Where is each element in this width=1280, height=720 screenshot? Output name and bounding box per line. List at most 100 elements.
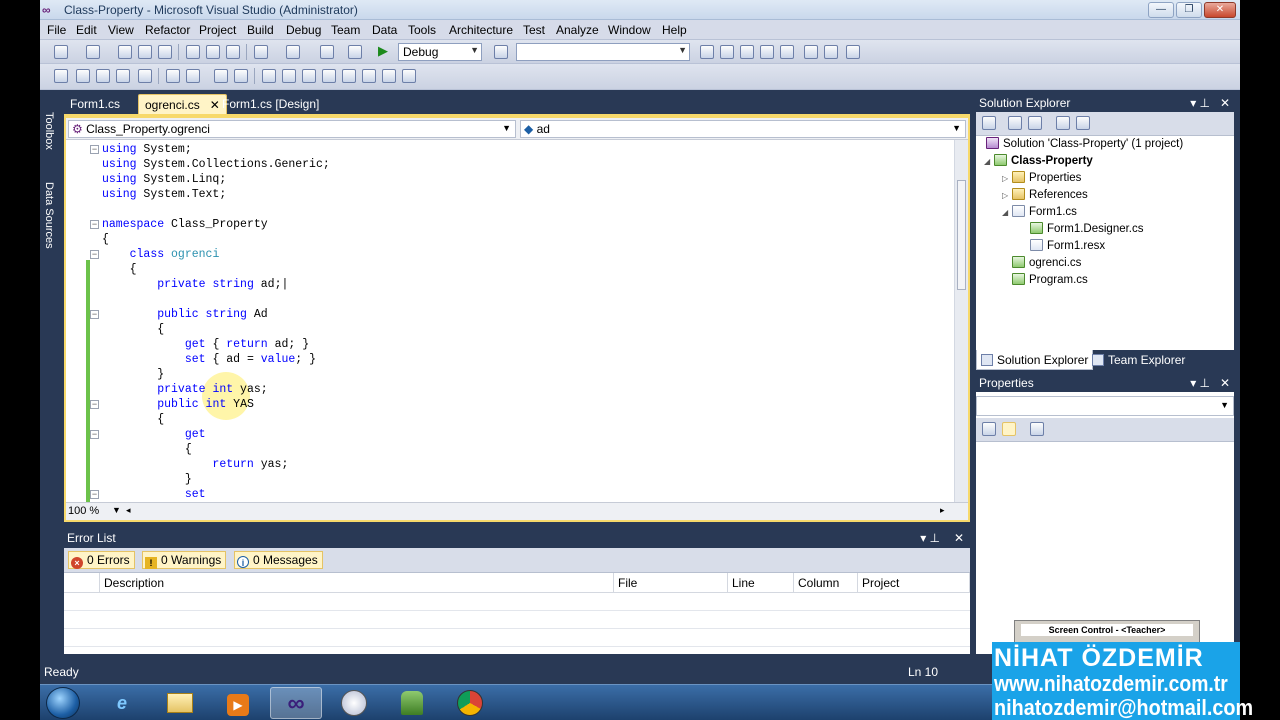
code-area[interactable]: − − − − − − − using System; using System…: [66, 140, 954, 502]
undo-icon[interactable]: [254, 45, 268, 59]
previous-bookmark-folder-icon[interactable]: [322, 69, 336, 83]
collapsed-arrow-icon[interactable]: ▷: [1002, 187, 1012, 204]
types-dropdown[interactable]: ⚙ Class_Property.ogrenci ▼: [68, 120, 516, 138]
close-button[interactable]: ✕: [1204, 2, 1236, 18]
code-editor[interactable]: ⚙ Class_Property.ogrenci ▼ ◆ ad ▼ − − − …: [64, 114, 970, 522]
warnings-filter-button[interactable]: ! 0 Warnings: [142, 551, 227, 569]
errors-filter-button[interactable]: × 0 Errors: [68, 551, 135, 569]
view-code-icon[interactable]: [1056, 116, 1070, 130]
cut-icon[interactable]: [186, 45, 200, 59]
window-position-icon[interactable]: ▾ ⊥: [1190, 94, 1210, 112]
tree-item-solution[interactable]: Solution 'Class-Property' (1 project): [986, 136, 1183, 153]
tools-icon[interactable]: [780, 45, 794, 59]
format-icon[interactable]: [234, 69, 248, 83]
tree-item-project[interactable]: ◢ Class-Property: [984, 153, 1093, 170]
tree-item-form1-cs[interactable]: ◢ Form1.cs: [1002, 204, 1077, 221]
clear-bookmarks-icon[interactable]: [402, 69, 416, 83]
maximize-button[interactable]: ❐: [1176, 2, 1202, 18]
property-pages-icon[interactable]: [1030, 422, 1044, 436]
chevron-down-icon[interactable]: ▼: [112, 505, 121, 515]
paste-icon[interactable]: [226, 45, 240, 59]
menu-team[interactable]: Team: [331, 23, 360, 37]
column-header-description[interactable]: Description: [100, 573, 614, 593]
internet-explorer-icon[interactable]: e: [96, 687, 148, 719]
expanded-arrow-icon[interactable]: ◢: [1002, 204, 1012, 221]
view-designer-icon[interactable]: [1076, 116, 1090, 130]
tree-item-ogrenci-cs[interactable]: ogrenci.cs: [1012, 255, 1081, 272]
expanded-arrow-icon[interactable]: ◢: [984, 153, 994, 170]
save-all-icon[interactable]: [158, 45, 172, 59]
menu-view[interactable]: View: [108, 23, 134, 37]
menu-project[interactable]: Project: [199, 23, 236, 37]
menu-refactor[interactable]: Refactor: [145, 23, 190, 37]
next-bookmark-folder-icon[interactable]: [342, 69, 356, 83]
collapsed-arrow-icon[interactable]: ▷: [1002, 170, 1012, 187]
next-bookmark-icon[interactable]: [302, 69, 316, 83]
tree-item-references[interactable]: ▷ References: [1002, 187, 1088, 204]
menu-tools[interactable]: Tools: [408, 23, 436, 37]
solution-configuration-dropdown[interactable]: Debug ▼: [398, 43, 482, 61]
decrease-indent-icon[interactable]: [138, 69, 152, 83]
find-combo[interactable]: ▼: [516, 43, 690, 61]
collapse-icon[interactable]: −: [90, 310, 99, 319]
redo-icon[interactable]: [286, 45, 300, 59]
window-position-icon[interactable]: ▾ ⊥: [1190, 374, 1210, 392]
zoom-level[interactable]: 100 %: [68, 505, 99, 517]
parameter-info-icon[interactable]: [76, 69, 90, 83]
uncomment-icon[interactable]: [214, 69, 228, 83]
next-bookmark-document-icon[interactable]: [382, 69, 396, 83]
alphabetical-icon[interactable]: [1002, 422, 1016, 436]
menu-build[interactable]: Build: [247, 23, 274, 37]
messages-filter-button[interactable]: i 0 Messages: [234, 551, 323, 569]
menu-edit[interactable]: Edit: [76, 23, 97, 37]
copy-icon[interactable]: [206, 45, 220, 59]
navigate-backward-icon[interactable]: [320, 45, 334, 59]
menu-test[interactable]: Test: [523, 23, 545, 37]
find-in-files-icon[interactable]: [494, 45, 508, 59]
previous-bookmark-document-icon[interactable]: [362, 69, 376, 83]
start-button[interactable]: [46, 687, 80, 719]
minimize-button[interactable]: —: [1148, 2, 1174, 18]
tab-solution-explorer[interactable]: Solution Explorer: [976, 350, 1094, 370]
toolbox-tab[interactable]: Toolbox: [43, 112, 55, 150]
collapse-icon[interactable]: −: [90, 145, 99, 154]
tab-form1-cs[interactable]: Form1.cs: [64, 94, 126, 114]
tab-ogrenci-cs[interactable]: ogrenci.cs ✕: [138, 94, 227, 114]
add-item-icon[interactable]: [86, 45, 100, 59]
collapse-icon[interactable]: −: [90, 220, 99, 229]
menu-help[interactable]: Help: [662, 23, 687, 37]
start-debugging-icon[interactable]: ▶: [378, 43, 388, 59]
menu-debug[interactable]: Debug: [286, 23, 321, 37]
tree-item-properties[interactable]: ▷ Properties: [1002, 170, 1081, 187]
comment-icon[interactable]: [186, 69, 200, 83]
media-player-icon[interactable]: ▶: [212, 687, 264, 719]
refresh-icon[interactable]: [1028, 116, 1042, 130]
scroll-right-icon[interactable]: ▸: [940, 505, 945, 516]
scroll-left-icon[interactable]: ◂: [126, 505, 131, 516]
column-header-line[interactable]: Line: [728, 573, 794, 593]
file-explorer-icon[interactable]: [154, 687, 206, 719]
increase-indent-icon[interactable]: [166, 69, 180, 83]
speedometer-icon[interactable]: [328, 687, 380, 719]
menu-data[interactable]: Data: [372, 23, 397, 37]
menu-file[interactable]: File: [47, 23, 66, 37]
extension-manager-icon[interactable]: [824, 45, 838, 59]
close-panel-icon[interactable]: ✕: [954, 529, 964, 547]
menu-analyze[interactable]: Analyze: [556, 23, 599, 37]
properties-window-icon[interactable]: [720, 45, 734, 59]
start-page-icon[interactable]: [804, 45, 818, 59]
tree-item-program-cs[interactable]: Program.cs: [1012, 272, 1088, 289]
categorized-icon[interactable]: [982, 422, 996, 436]
tree-item-form1-designer-cs[interactable]: Form1.Designer.cs: [1030, 221, 1144, 238]
object-selector-dropdown[interactable]: ▼: [976, 396, 1234, 416]
collapse-icon[interactable]: −: [90, 430, 99, 439]
display-object-member-list-icon[interactable]: [54, 69, 68, 83]
visual-studio-icon[interactable]: ∞: [270, 687, 322, 719]
tab-form1-design[interactable]: Form1.cs [Design]: [216, 94, 325, 114]
menu-architecture[interactable]: Architecture: [449, 23, 513, 37]
close-panel-icon[interactable]: ✕: [1220, 94, 1230, 112]
navigate-forward-icon[interactable]: [348, 45, 362, 59]
open-file-icon[interactable]: [118, 45, 132, 59]
close-panel-icon[interactable]: ✕: [1220, 374, 1230, 392]
collapse-icon[interactable]: −: [90, 250, 99, 259]
